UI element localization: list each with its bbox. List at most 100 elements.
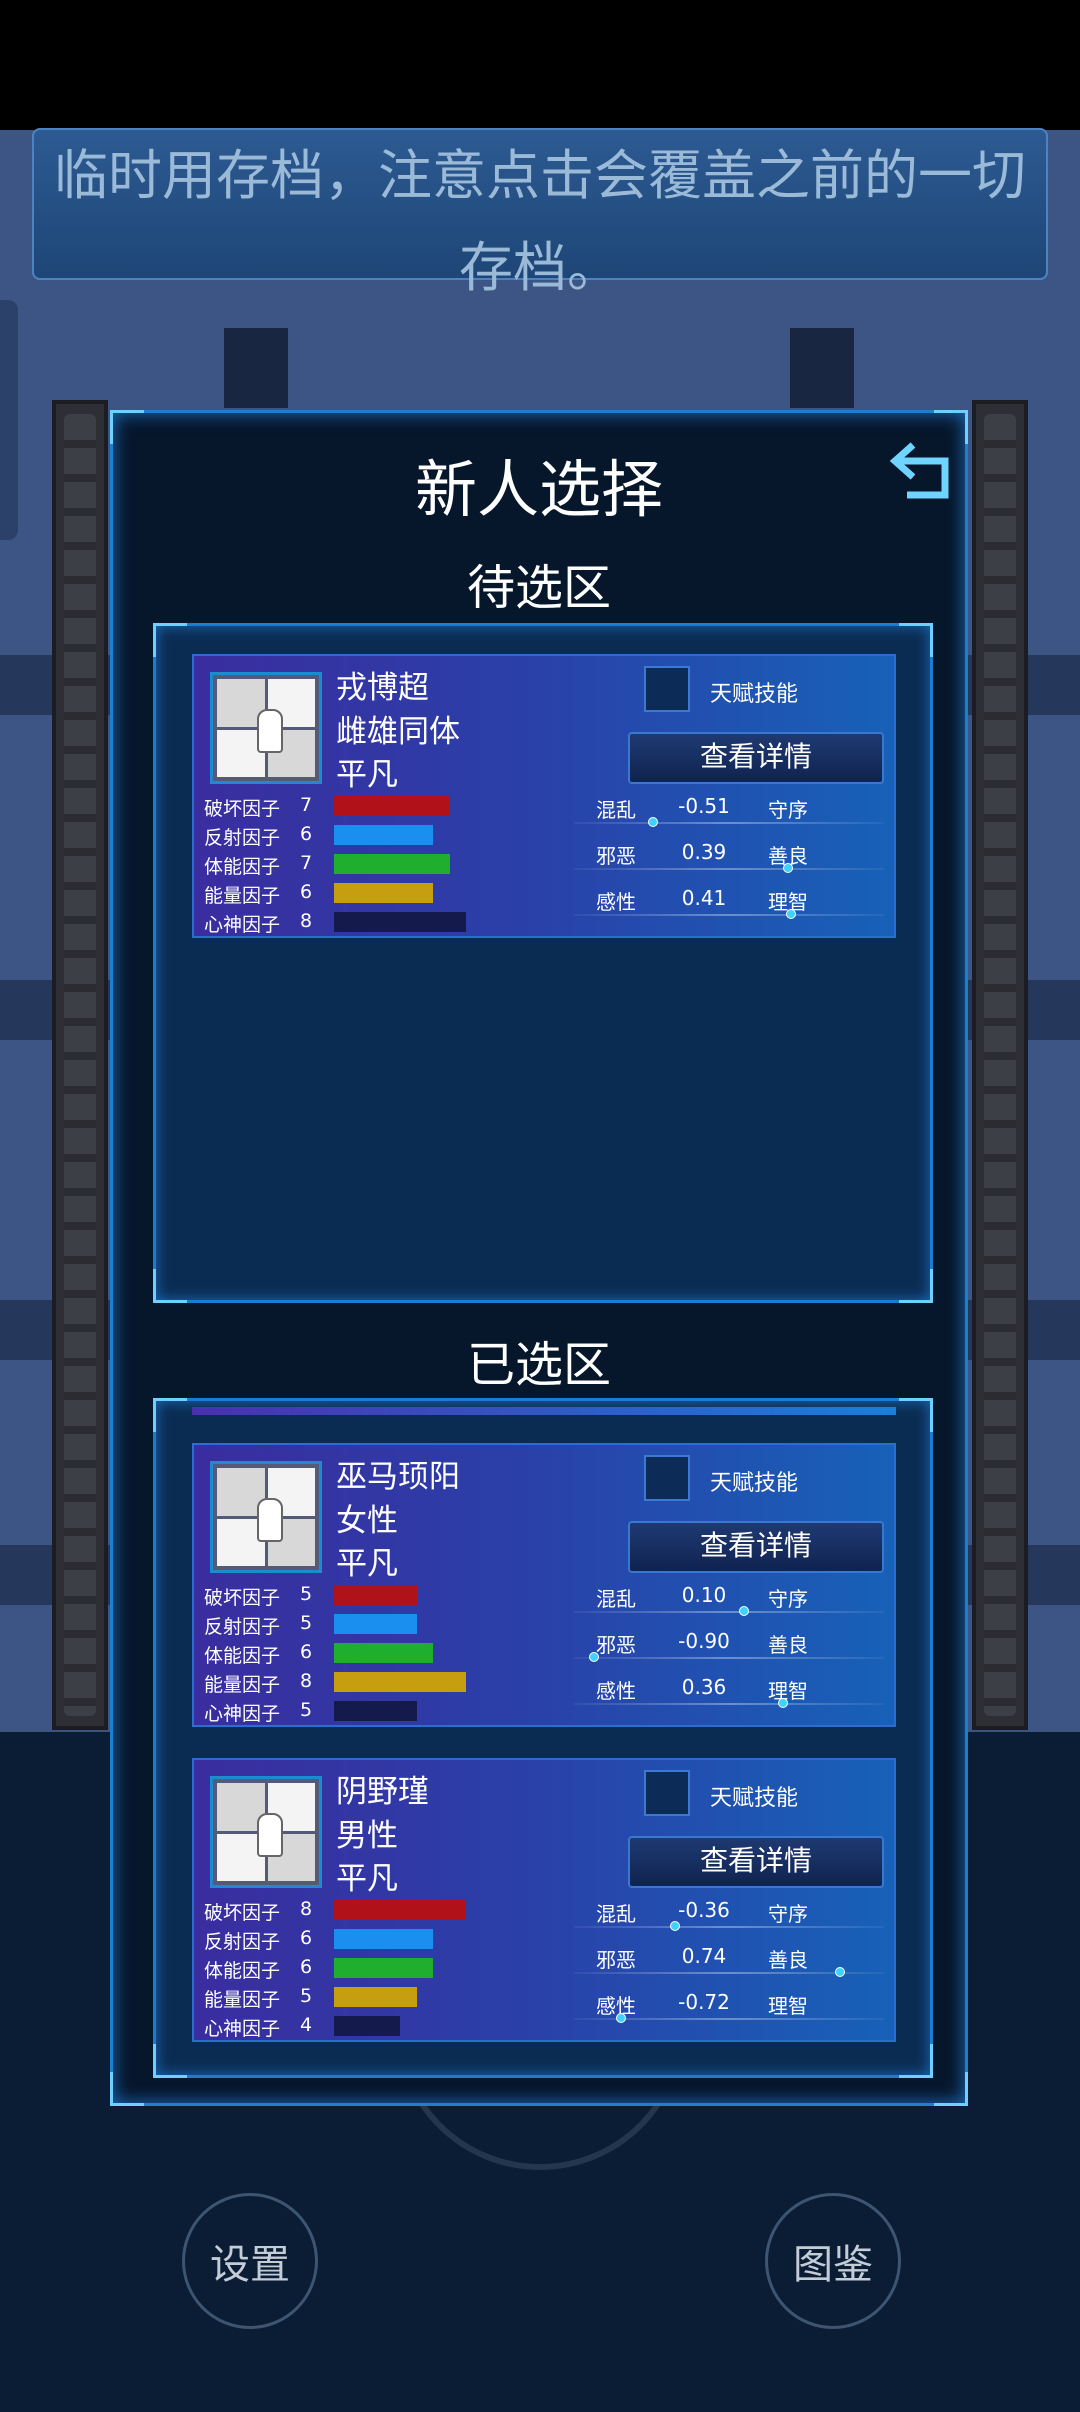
talent-skill-label: 天赋技能 — [710, 1471, 799, 1496]
stat-label: 破坏因子 — [204, 1587, 281, 1609]
selected-title: 已选区 — [466, 1337, 611, 1393]
talent-skill-label: 天赋技能 — [710, 682, 799, 707]
corner-decoration — [153, 1398, 187, 1432]
stat-bar — [334, 1929, 433, 1949]
stat-value: 6 — [300, 823, 313, 845]
alignment-row: 感性 -0.72 理智 — [574, 1990, 884, 2030]
alignment-marker — [616, 2013, 626, 2023]
alignment-value: -0.72 — [678, 1990, 730, 2014]
stat-bar — [334, 1585, 417, 1605]
character-gender: 女性 — [336, 1503, 398, 1539]
view-details-button[interactable]: 查看详情 — [628, 1521, 884, 1573]
stat-value: 5 — [300, 1612, 313, 1634]
stat-label: 能量因子 — [204, 1674, 281, 1696]
stat-value: 6 — [300, 1641, 313, 1663]
corner-decoration — [110, 2072, 144, 2106]
stat-label: 体能因子 — [204, 1645, 281, 1667]
character-rank: 平凡 — [336, 1861, 398, 1897]
atlas-button[interactable]: 图鉴 — [765, 2193, 901, 2329]
alignment-row: 邪恶 0.74 善良 — [574, 1944, 884, 1984]
talent-skill-checkbox[interactable] — [644, 666, 690, 712]
stat-label: 反射因子 — [204, 1616, 281, 1638]
character-gender: 男性 — [336, 1818, 398, 1854]
alignment-left-label: 邪恶 — [596, 1633, 636, 1657]
character-portrait — [210, 672, 322, 784]
alignment-row: 感性 0.36 理智 — [574, 1675, 884, 1715]
alignment-marker — [739, 1606, 749, 1616]
alignment-marker — [835, 1967, 845, 1977]
corner-decoration — [153, 1269, 187, 1303]
alignment-row: 混乱 0.10 守序 — [574, 1583, 884, 1623]
alignment-value: -0.90 — [678, 1629, 730, 1653]
corner-decoration — [934, 2072, 968, 2106]
stat-bar — [334, 825, 433, 845]
stat-bar — [334, 912, 466, 932]
side-drawer-tab[interactable] — [0, 300, 18, 540]
stat-label: 破坏因子 — [204, 1902, 281, 1924]
back-button[interactable] — [883, 433, 961, 511]
alignment-right-label: 善良 — [768, 1948, 808, 1972]
alignment-left-label: 感性 — [596, 890, 636, 914]
alignment-track — [574, 822, 884, 824]
alignment-track — [574, 868, 884, 870]
stat-bar — [334, 796, 450, 816]
stat-bar — [334, 1614, 417, 1634]
stat-value: 6 — [300, 881, 313, 903]
character-name: 阴野瑾 — [336, 1774, 429, 1810]
character-sprite-icon — [257, 1813, 283, 1857]
talent-skill-checkbox[interactable] — [644, 1770, 690, 1816]
alignment-track — [574, 914, 884, 916]
stat-value: 8 — [300, 910, 313, 932]
candidates-title: 待选区 — [466, 560, 611, 616]
stat-label: 体能因子 — [204, 1960, 281, 1982]
talent-skill-label: 天赋技能 — [710, 1786, 799, 1811]
alignment-value: 0.36 — [681, 1675, 727, 1699]
alignment-value: 0.41 — [681, 886, 727, 910]
alignment-marker — [647, 817, 658, 827]
alignment-track — [574, 1703, 884, 1705]
stat-label: 能量因子 — [204, 885, 281, 907]
left-wall — [52, 400, 108, 1730]
character-card[interactable]: 巫马顼阳 女性 平凡 破坏因子 5 反射因子 5 体能因子 6 能量因子 8 心神因子 5 天赋技能 查看详… — [192, 1443, 896, 1727]
alignment-value: 0.10 — [681, 1583, 727, 1607]
alignment-right-label: 理智 — [768, 1679, 808, 1703]
stat-bar — [334, 1900, 466, 1920]
alignment-row: 邪恶 0.39 善良 — [574, 840, 884, 880]
corner-decoration — [899, 1269, 933, 1303]
character-rank: 平凡 — [336, 757, 398, 793]
character-portrait — [210, 1776, 322, 1888]
alignment-track — [574, 1657, 884, 1659]
character-sprite-icon — [257, 1498, 283, 1542]
alignment-marker — [785, 909, 796, 919]
stat-value: 7 — [300, 852, 313, 874]
stat-bar — [334, 883, 433, 903]
stat-label: 破坏因子 — [204, 798, 281, 820]
stat-bar — [334, 2016, 400, 2036]
alignment-left-label: 混乱 — [596, 1902, 636, 1926]
stat-value: 5 — [300, 1699, 313, 1721]
alignment-value: 0.74 — [681, 1944, 727, 1968]
character-sprite-icon — [257, 709, 283, 753]
character-card[interactable]: 阴野瑾 男性 平凡 破坏因子 8 反射因子 6 体能因子 6 能量因子 5 心神因子 4 天赋技能 查看详情… — [192, 1758, 896, 2042]
corner-decoration — [899, 623, 933, 657]
stat-value: 8 — [300, 1670, 313, 1692]
view-details-button[interactable]: 查看详情 — [628, 732, 884, 784]
view-details-button[interactable]: 查看详情 — [628, 1836, 884, 1888]
alignment-row: 混乱 -0.36 守序 — [574, 1898, 884, 1938]
character-name: 戎博超 — [336, 670, 429, 706]
alignment-row: 混乱 -0.51 守序 — [574, 794, 884, 834]
talent-skill-checkbox[interactable] — [644, 1455, 690, 1501]
candidates-zone: 戎博超 雌雄同体 平凡 破坏因子 7 反射因子 6 体能因子 7 能量因子 6 心神因子 8 天赋技能 查看… — [153, 623, 933, 1303]
alignment-right-label: 善良 — [768, 1633, 808, 1657]
character-card[interactable]: 戎博超 雌雄同体 平凡 破坏因子 7 反射因子 6 体能因子 7 能量因子 6 心神因子 8 天赋技能 查看… — [192, 654, 896, 938]
alignment-track — [574, 1611, 884, 1613]
alignment-right-label: 守序 — [768, 1902, 808, 1926]
stat-label: 能量因子 — [204, 1989, 281, 2011]
recruit-dialog: 新人选择 待选区 戎博超 雌雄同体 平凡 破坏因子 7 反射因子 6 体能因子 7 能量因子 6 心神… — [110, 410, 968, 2106]
settings-button[interactable]: 设置 — [182, 2193, 318, 2329]
alignment-row: 邪恶 -0.90 善良 — [574, 1629, 884, 1669]
post-left — [224, 328, 288, 408]
stat-bar — [334, 1701, 417, 1721]
stat-label: 体能因子 — [204, 856, 281, 878]
stat-value: 4 — [300, 2014, 313, 2036]
